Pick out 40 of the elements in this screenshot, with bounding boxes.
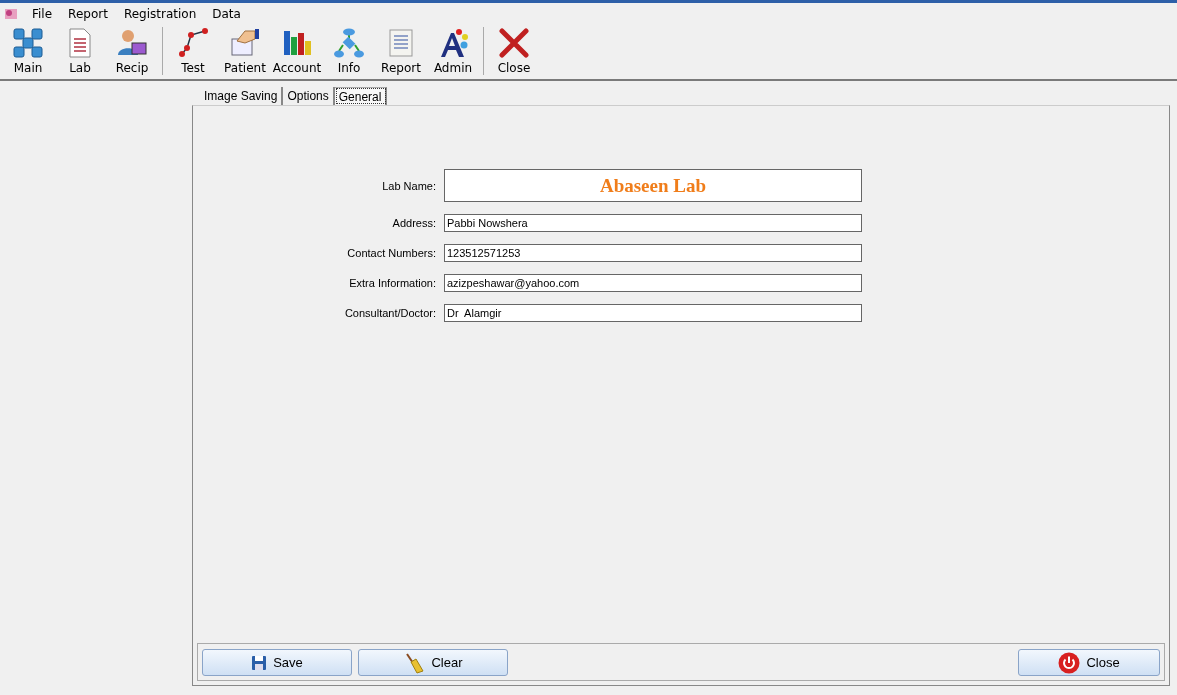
document-icon [69, 28, 91, 58]
input-field[interactable]: Dr Alamgir [444, 304, 862, 322]
toolbar-button[interactable]: Account [271, 27, 323, 79]
toolbar-button[interactable]: Main [2, 27, 54, 79]
letter-circles-icon [441, 29, 468, 57]
tab[interactable]: General [334, 87, 388, 105]
action-button[interactable]: Clear [358, 649, 508, 676]
close-icon [499, 28, 529, 58]
action-button[interactable]: Save [202, 649, 352, 676]
toolbar-button[interactable]: Test [167, 27, 219, 79]
toolbar-button[interactable]: Report [375, 27, 427, 79]
menu-item[interactable]: File [24, 7, 61, 21]
field-label: Address: [391, 217, 436, 229]
toolbar-button[interactable]: Admin [427, 27, 479, 79]
field-label: Lab Name: [381, 179, 436, 192]
input-field[interactable]: 123512571253 [444, 244, 862, 262]
power-icon [1058, 651, 1081, 674]
toolbar-button[interactable]: Patient [219, 27, 271, 79]
broom-icon [403, 651, 426, 674]
close-button[interactable]: Close [1018, 649, 1160, 676]
bar-chart-icon [284, 31, 311, 55]
toolbar-button[interactable]: Info [323, 27, 375, 79]
line-chart-icon [179, 28, 208, 57]
menu-item[interactable]: Report [60, 7, 116, 21]
app-icon [4, 7, 18, 21]
toolbar-button[interactable]: Lab [54, 27, 106, 79]
hand-document-icon [231, 29, 259, 56]
scroll-icon [389, 29, 413, 57]
menu-item[interactable]: Registration [115, 7, 205, 21]
input-field[interactable]: azizpeshawar@yahoo.com [444, 274, 862, 292]
field-label: Extra Information: [348, 277, 436, 289]
grid-icon [13, 28, 43, 58]
input-field[interactable]: Pabbi Nowshera [444, 214, 862, 232]
toolbar-button[interactable]: Close [488, 27, 540, 79]
menu-item[interactable]: Data [204, 7, 249, 21]
flowchart-icon [334, 28, 364, 58]
toolbar-button[interactable]: Recip [106, 27, 158, 79]
field-label: Consultant/Doctor: [343, 307, 436, 319]
field-label: Contact Numbers: [346, 247, 436, 259]
user-monitor-icon [118, 30, 147, 55]
